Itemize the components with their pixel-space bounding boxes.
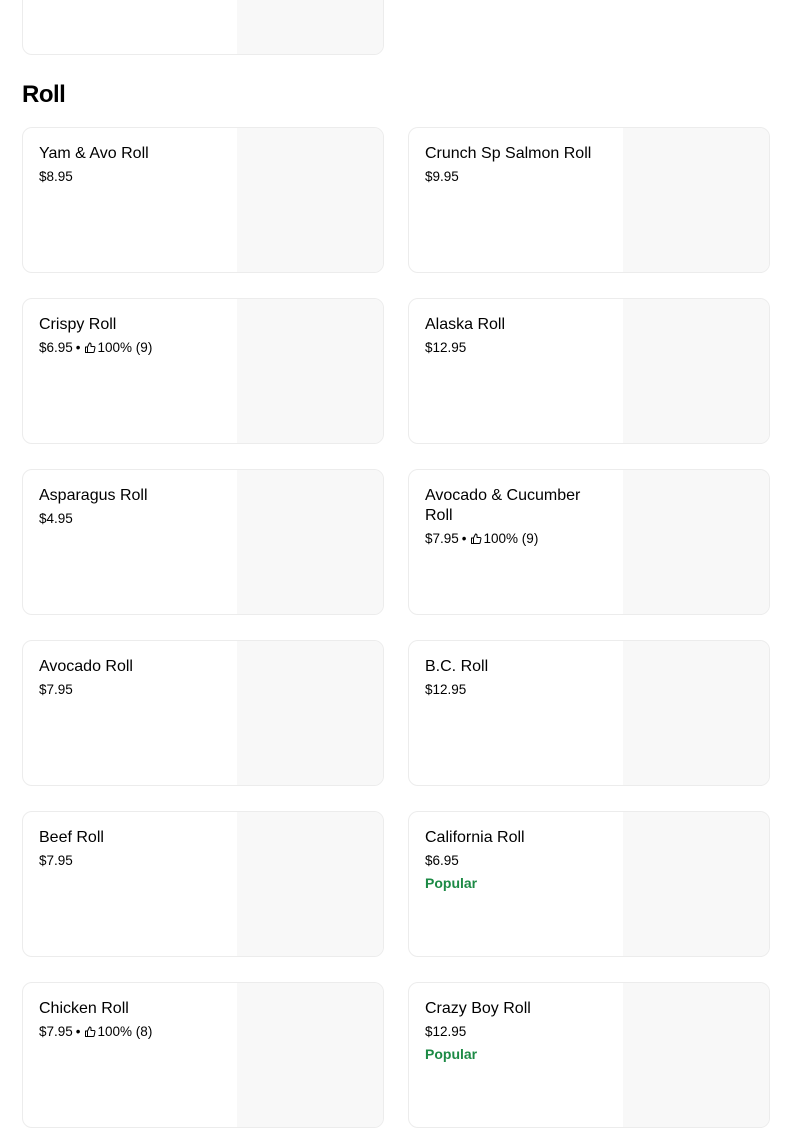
menu-item-card[interactable]: Crispy Roll $6.95 • 100% (9) [22,298,384,444]
menu-item-meta: $9.95 [425,168,605,186]
separator-dot: • [461,531,467,546]
menu-item-price: $7.95 [425,531,459,546]
menu-item-image [237,0,383,54]
menu-item-image [237,812,383,956]
separator-dot: • [75,340,81,355]
menu-item-card[interactable]: Asparagus Roll $4.95 [22,469,384,615]
menu-item-card[interactable]: California Roll $6.95 Popular [408,811,770,957]
menu-item-price: $6.95 [425,853,459,868]
menu-item-info: Avocado Roll $7.95 [39,657,219,699]
menu-item-name: Yam & Avo Roll [39,145,149,162]
menu-item-card[interactable]: Crunch Sp Salmon Roll $9.95 [408,127,770,273]
menu-item-meta: $7.95 • 100% (8) [39,1023,219,1043]
menu-item-image [237,470,383,614]
thumbs-up-icon [84,1025,96,1043]
menu-item-meta: $7.95 [39,852,219,870]
menu-item-image [623,983,769,1127]
menu-item-info: Crunch Sp Salmon Roll $9.95 [425,144,605,186]
menu-item-price: $6.95 [39,340,73,355]
menu-item-card[interactable]: Avocado Roll $7.95 [22,640,384,786]
menu-item-info: Yam & Avo Roll $8.95 [39,144,219,186]
menu-item-meta: $7.95 [39,681,219,699]
menu-item-card[interactable]: Alaska Roll $12.95 [408,298,770,444]
menu-item-card-previous[interactable] [22,0,384,55]
menu-item-price: $7.95 [39,682,73,697]
menu-item-meta: $6.95 [425,852,605,870]
menu-item-image [623,641,769,785]
popular-badge: Popular [425,875,478,891]
menu-item-image [623,128,769,272]
menu-item-rating: 100% (9) [97,340,153,355]
menu-item-meta: $8.95 [39,168,219,186]
menu-item-price: $9.95 [425,169,459,184]
menu-item-image [623,299,769,443]
menu-item-image [623,470,769,614]
menu-item-meta: $6.95 • 100% (9) [39,339,219,359]
menu-item-card[interactable]: Yam & Avo Roll $8.95 [22,127,384,273]
menu-item-price: $7.95 [39,1024,73,1039]
menu-item-name: Avocado & Cucumber Roll [425,487,581,524]
menu-item-name: California Roll [425,829,525,846]
menu-item-meta: $4.95 [39,510,219,528]
menu-item-name: Beef Roll [39,829,104,846]
menu-item-meta: $12.95 [425,681,605,699]
menu-item-image [237,983,383,1127]
menu-item-name: Asparagus Roll [39,487,148,504]
menu-item-image [237,128,383,272]
menu-item-name: Avocado Roll [39,658,133,675]
popular-badge: Popular [425,1046,478,1062]
menu-item-info: Crispy Roll $6.95 • 100% (9) [39,315,219,359]
menu-item-card[interactable]: Crazy Boy Roll $12.95 Popular [408,982,770,1128]
menu-item-price: $7.95 [39,853,73,868]
menu-item-card[interactable]: Beef Roll $7.95 [22,811,384,957]
menu-item-price: $8.95 [39,169,73,184]
menu-item-info: Crazy Boy Roll $12.95 Popular [425,999,605,1063]
menu-item-image [623,812,769,956]
menu-item-name: Crispy Roll [39,316,117,333]
menu-item-card[interactable]: Avocado & Cucumber Roll $7.95 • 100% (9) [408,469,770,615]
separator-dot: • [75,1024,81,1039]
thumbs-up-icon [470,532,482,550]
menu-item-price: $4.95 [39,511,73,526]
menu-item-name: B.C. Roll [425,658,489,675]
section-title: Roll [22,81,66,108]
menu-item-info: B.C. Roll $12.95 [425,657,605,699]
menu-item-name: Crunch Sp Salmon Roll [425,145,592,162]
menu-item-name: Crazy Boy Roll [425,1000,531,1017]
menu-item-info: Avocado & Cucumber Roll $7.95 • 100% (9) [425,486,605,550]
menu-item-meta: $7.95 • 100% (9) [425,530,605,550]
menu-item-price: $12.95 [425,1024,467,1039]
menu-item-price: $12.95 [425,340,467,355]
menu-item-name: Chicken Roll [39,1000,129,1017]
menu-item-card[interactable]: Chicken Roll $7.95 • 100% (8) [22,982,384,1128]
menu-item-meta: $12.95 [425,339,605,357]
menu-item-info: Chicken Roll $7.95 • 100% (8) [39,999,219,1043]
menu-item-price: $12.95 [425,682,467,697]
menu-item-rating: 100% (9) [483,531,539,546]
menu-item-info: Alaska Roll $12.95 [425,315,605,357]
menu-item-info: Asparagus Roll $4.95 [39,486,219,528]
menu-item-info: California Roll $6.95 Popular [425,828,605,892]
menu-item-image [237,641,383,785]
menu-item-name: Alaska Roll [425,316,506,333]
menu-item-rating: 100% (8) [97,1024,153,1039]
menu-item-meta: $12.95 [425,1023,605,1041]
menu-item-image [237,299,383,443]
menu-item-card[interactable]: B.C. Roll $12.95 [408,640,770,786]
menu-item-info: Beef Roll $7.95 [39,828,219,870]
thumbs-up-icon [84,341,96,359]
